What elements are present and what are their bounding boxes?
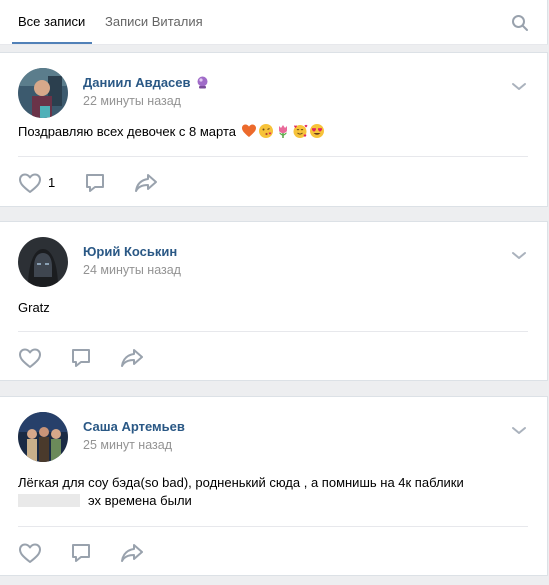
author-name[interactable]: Юрий Коськин: [83, 244, 177, 259]
author-name[interactable]: Даниил Авдасев: [83, 75, 209, 90]
tab-user-posts[interactable]: Записи Виталия: [105, 14, 203, 29]
like-count: 1: [48, 175, 56, 190]
post-divider: [18, 526, 528, 527]
like-icon[interactable]: [18, 347, 42, 369]
search-icon[interactable]: [511, 14, 529, 32]
avatar[interactable]: [18, 237, 68, 287]
heart-eyes-emoji: [309, 124, 324, 138]
like-icon[interactable]: [18, 542, 42, 564]
post-timestamp[interactable]: 25 минут назад: [83, 438, 172, 452]
post: Саша Артемьев 25 минут назад Лёгкая для …: [0, 396, 548, 576]
comment-icon[interactable]: [70, 347, 92, 369]
post-text-line: эх времена были: [18, 492, 464, 510]
tulip-emoji: [278, 125, 287, 138]
kiss-emoji: [258, 124, 273, 138]
avatar[interactable]: [18, 412, 68, 462]
post-text: Gratz: [18, 300, 50, 315]
post-timestamp[interactable]: 22 минуты назад: [83, 94, 181, 108]
author-name[interactable]: Саша Артемьев: [83, 419, 185, 434]
post-timestamp[interactable]: 24 минуты назад: [83, 263, 181, 277]
post: Юрий Коськин 24 минуты назад Gratz: [0, 221, 548, 381]
share-icon[interactable]: [120, 543, 144, 563]
like-icon[interactable]: [18, 172, 42, 194]
post-text: Поздравляю всех девочек с 8 марта: [18, 123, 325, 141]
comment-icon[interactable]: [84, 172, 106, 194]
post-text: Лёгкая для соу бэда(so bad), родненький …: [18, 474, 464, 510]
tab-all-posts[interactable]: Все записи: [18, 14, 85, 29]
active-tab-indicator: [12, 42, 92, 44]
post-text-line: Лёгкая для соу бэда(so bad), родненький …: [18, 475, 464, 490]
tabs-bar: Все записи Записи Виталия: [0, 0, 548, 45]
comment-icon[interactable]: [70, 542, 92, 564]
post: Даниил Авдасев 22 минуты назад Поздравля…: [0, 52, 548, 207]
chevron-down-icon[interactable]: [511, 82, 527, 92]
chevron-down-icon[interactable]: [511, 251, 527, 261]
crystal-ball-icon: [197, 76, 208, 89]
heart-emoji: [241, 124, 256, 137]
redacted-block: [18, 494, 80, 507]
post-divider: [18, 156, 528, 157]
post-divider: [18, 331, 528, 332]
chevron-down-icon[interactable]: [511, 426, 527, 436]
smiling-hearts-emoji: [293, 124, 307, 138]
share-icon[interactable]: [134, 173, 158, 193]
share-icon[interactable]: [120, 348, 144, 368]
avatar[interactable]: [18, 68, 68, 118]
